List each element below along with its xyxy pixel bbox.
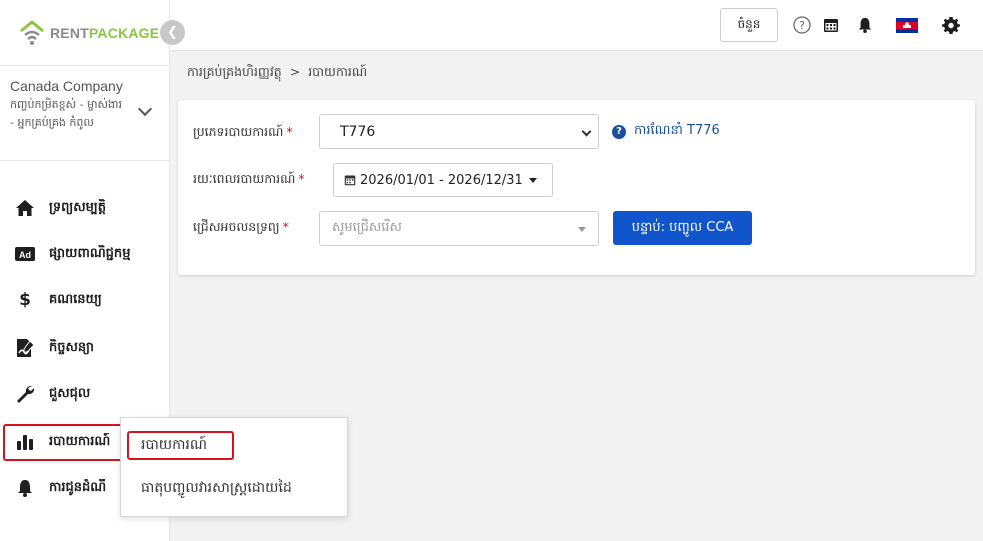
sidebar-item-properties[interactable]: ទ្រព្យសម្បត្តិ xyxy=(0,188,170,228)
company-name: Canada Company xyxy=(10,78,123,94)
dollar-icon: $ xyxy=(19,290,31,310)
logo-text: RENTPACKAGE xyxy=(50,25,160,41)
bell-icon[interactable] xyxy=(855,15,875,35)
property-placeholder: សូមជ្រើសរើស xyxy=(332,220,402,235)
svg-text:?: ? xyxy=(799,19,805,32)
top-bar: ចំនួន ? xyxy=(170,0,983,51)
chevron-left-icon: ❮ xyxy=(167,25,178,40)
submenu-item-manual-entries[interactable]: ធាតុបញ្ចូលវារសាស្រ្តដោយដៃ xyxy=(141,478,292,499)
property-select[interactable]: សូមជ្រើសរើស xyxy=(319,211,599,246)
svg-text:Ad: Ad xyxy=(19,250,31,260)
ad-icon: Ad xyxy=(14,243,36,265)
sidebar-item-label: កិច្ចសន្យា xyxy=(49,339,94,355)
chevron-down-icon xyxy=(137,101,153,117)
company-switcher[interactable]: Canada Company កញ្ចប់កម្រិតខ្ពស់ - ម្ចាស… xyxy=(0,65,170,161)
sidebar-item-advertising[interactable]: Ad ផ្សាយពាណិជ្ជកម្ម xyxy=(0,234,170,274)
question-circle-icon: ? xyxy=(612,124,626,139)
caret-down-icon xyxy=(528,177,537,183)
report-type-value: T776 xyxy=(340,123,376,140)
reports-submenu: របាយការណ៍ ធាតុបញ្ចូលវារសាស្រ្តដោយដៃ xyxy=(120,417,348,517)
report-type-label: ប្រភេទរបាយការណ៍ * xyxy=(193,124,293,139)
sidebar-item-label: ទ្រព្យសម្បត្តិ xyxy=(49,199,107,215)
signature-icon xyxy=(14,337,36,359)
help-link[interactable]: ? ការណែនាំ T776 xyxy=(612,122,720,141)
caret-down-icon xyxy=(578,227,586,232)
sidebar-item-label: ផ្សាយពាណិជ្ជកម្ម xyxy=(49,245,131,261)
currency-button[interactable]: ចំនួន xyxy=(720,8,778,42)
report-type-select[interactable]: T776 xyxy=(319,114,599,149)
wifi-house-logo-icon xyxy=(18,19,46,47)
submenu-item-reports[interactable]: របាយការណ៍ xyxy=(141,435,207,456)
report-period-label: រយៈពេលរបាយការណ៍ * xyxy=(193,171,305,186)
breadcrumb-parent[interactable]: ការគ្រប់គ្រងហិរញ្ញវត្ថុ xyxy=(187,64,282,79)
report-form-card: ប្រភេទរបាយការណ៍ * T776 ? ការណែនាំ T776 រយ… xyxy=(178,100,975,275)
chevron-down-icon xyxy=(581,126,592,137)
logo[interactable]: RENTPACKAGE xyxy=(18,18,159,48)
help-link-label: ការណែនាំ T776 xyxy=(634,123,720,138)
home-icon xyxy=(14,197,36,219)
sidebar-item-label: គណនេយ្យ xyxy=(49,291,102,307)
sidebar-item-maintenance[interactable]: ជួសជុល xyxy=(0,374,170,414)
breadcrumb: ការគ្រប់គ្រងហិរញ្ញវត្ថុ > របាយការណ៍ xyxy=(187,64,367,83)
wrench-icon xyxy=(14,383,36,405)
calendar-icon[interactable] xyxy=(821,15,841,35)
breadcrumb-current: របាយការណ៍ xyxy=(308,64,368,79)
property-label: ជ្រើសអចលនទ្រព្យ * xyxy=(193,219,289,234)
date-range-value: 2026/01/01 - 2026/12/31 xyxy=(360,172,523,188)
company-plan: កញ្ចប់កម្រិតខ្ពស់ - ម្ចាស់ងារ - អ្នកគ្រប… xyxy=(10,98,122,129)
date-range-picker[interactable]: 2026/01/01 - 2026/12/31 xyxy=(333,163,553,197)
help-icon[interactable]: ? xyxy=(792,15,812,35)
calendar-icon xyxy=(344,174,356,186)
active-item-highlight xyxy=(3,424,128,461)
cambodia-flag-icon[interactable] xyxy=(896,15,918,35)
collapse-sidebar-button[interactable]: ❮ xyxy=(160,20,185,45)
sidebar-item-contracts[interactable]: កិច្ចសន្យា xyxy=(0,328,170,368)
sidebar-item-label: ការជូនដំណឹ xyxy=(49,479,107,495)
sidebar-item-label: ជួសជុល xyxy=(49,385,91,401)
next-cca-button[interactable]: បន្ទាប់: បញ្ចូល CCA xyxy=(613,211,752,245)
bell-icon xyxy=(14,477,36,499)
breadcrumb-separator: > xyxy=(289,64,301,79)
gear-icon[interactable] xyxy=(941,15,961,35)
sidebar-item-accounting[interactable]: $ គណនេយ្យ xyxy=(0,280,170,320)
